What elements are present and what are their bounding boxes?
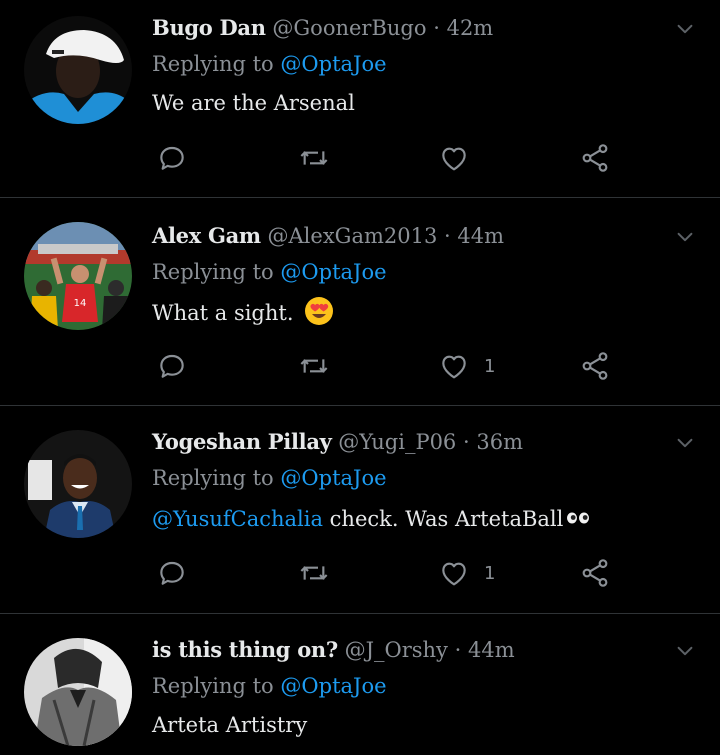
tweet-text: What a sight. xyxy=(152,301,294,325)
tweet-4[interactable]: is this thing on? @J_Orshy · 44m Replyin… xyxy=(0,614,720,755)
reply-to-mention[interactable]: @OptaJoe xyxy=(280,674,386,698)
chevron-down-icon[interactable] xyxy=(674,432,696,454)
like-button[interactable]: 1 xyxy=(438,553,495,593)
share-icon xyxy=(579,350,611,382)
display-name[interactable]: Yogeshan Pillay xyxy=(152,429,332,454)
avatar[interactable] xyxy=(24,638,132,746)
separator-dot: · xyxy=(433,16,440,40)
separator-dot: · xyxy=(454,638,462,662)
tweet-text: We are the Arsenal xyxy=(152,91,355,115)
separator-dot: · xyxy=(462,430,470,454)
display-name[interactable]: is this thing on? xyxy=(152,637,338,662)
tweet-header: is this thing on? @J_Orshy · 44m xyxy=(152,636,515,664)
like-button[interactable] xyxy=(438,138,484,178)
replying-to: Replying to @OptaJoe xyxy=(152,464,387,492)
user-handle[interactable]: @AlexGam2013 xyxy=(268,224,438,248)
replying-to: Replying to @OptaJoe xyxy=(152,672,387,700)
reply-button[interactable] xyxy=(156,138,188,178)
share-icon xyxy=(579,142,611,174)
tweet-2[interactable]: 14 Alex Gam @AlexGam2013 · 44m Replying … xyxy=(0,198,720,405)
separator-dot: · xyxy=(444,224,451,248)
like-count: 1 xyxy=(484,562,496,584)
tweet-1[interactable]: Bugo Dan @GoonerBugo · 42m Replying to @… xyxy=(0,0,720,197)
retweet-button[interactable] xyxy=(298,553,330,593)
share-icon xyxy=(579,557,611,589)
share-button[interactable] xyxy=(579,346,611,386)
user-handle[interactable]: @GoonerBugo xyxy=(272,16,426,40)
heart-icon xyxy=(438,350,470,382)
chevron-down-icon[interactable] xyxy=(674,226,696,248)
replying-to-label: Replying to xyxy=(152,260,274,284)
replying-to: Replying to @OptaJoe xyxy=(152,258,387,286)
tweet-actions xyxy=(0,138,720,178)
retweet-icon xyxy=(298,557,330,589)
like-button[interactable]: 1 xyxy=(438,346,495,386)
reply-button[interactable] xyxy=(156,553,188,593)
tweet-text-line: @YusufCachalia check. Was ArtetaBall xyxy=(152,504,591,534)
share-button[interactable] xyxy=(579,138,611,178)
avatar[interactable] xyxy=(24,16,132,124)
like-count: 1 xyxy=(484,355,496,377)
timestamp[interactable]: 44m xyxy=(457,224,504,248)
retweet-button[interactable] xyxy=(298,346,330,386)
reply-to-mention[interactable]: @OptaJoe xyxy=(280,52,386,76)
heart-icon xyxy=(438,557,470,589)
display-name[interactable]: Bugo Dan xyxy=(152,15,266,40)
tweet-text: Arteta Artistry xyxy=(152,713,308,737)
display-name[interactable]: Alex Gam xyxy=(152,223,261,248)
timestamp[interactable]: 42m xyxy=(447,16,494,40)
reply-to-mention[interactable]: @OptaJoe xyxy=(280,466,386,490)
chevron-down-icon[interactable] xyxy=(674,18,696,40)
tweet-header: Alex Gam @AlexGam2013 · 44m xyxy=(152,222,504,250)
tweet-3[interactable]: Yogeshan Pillay @Yugi_P06 · 36m Replying… xyxy=(0,406,720,613)
heart-eyes-emoji-icon xyxy=(305,297,334,325)
replying-to: Replying to @OptaJoe xyxy=(152,50,387,78)
svg-text:14: 14 xyxy=(74,298,87,309)
heart-icon xyxy=(438,142,470,174)
eyes-emoji-icon xyxy=(567,512,590,524)
tweet-actions: 1 xyxy=(0,346,720,386)
user-handle[interactable]: @Yugi_P06 xyxy=(338,430,456,454)
avatar[interactable]: 14 xyxy=(24,222,132,330)
reply-icon xyxy=(156,142,188,174)
tweet-header: Bugo Dan @GoonerBugo · 42m xyxy=(152,14,493,42)
timestamp[interactable]: 44m xyxy=(468,638,515,662)
tweet-text-line: What a sight. xyxy=(152,296,334,328)
tweet-actions: 1 xyxy=(0,553,720,593)
reply-icon xyxy=(156,350,188,382)
reply-icon xyxy=(156,557,188,589)
retweet-icon xyxy=(298,142,330,174)
replying-to-label: Replying to xyxy=(152,52,274,76)
avatar[interactable] xyxy=(24,430,132,538)
reply-button[interactable] xyxy=(156,346,188,386)
chevron-down-icon[interactable] xyxy=(674,640,696,662)
retweet-icon xyxy=(298,350,330,382)
user-handle[interactable]: @J_Orshy xyxy=(345,638,448,662)
timestamp[interactable]: 36m xyxy=(476,430,523,454)
reply-to-mention[interactable]: @OptaJoe xyxy=(280,260,386,284)
retweet-button[interactable] xyxy=(298,138,330,178)
tweet-text: check. Was ArtetaBall xyxy=(329,507,564,531)
share-button[interactable] xyxy=(579,553,611,593)
tweet-header: Yogeshan Pillay @Yugi_P06 · 36m xyxy=(152,428,523,456)
tweet-mention[interactable]: @YusufCachalia xyxy=(152,507,323,531)
replying-to-label: Replying to xyxy=(152,674,274,698)
replying-to-label: Replying to xyxy=(152,466,274,490)
